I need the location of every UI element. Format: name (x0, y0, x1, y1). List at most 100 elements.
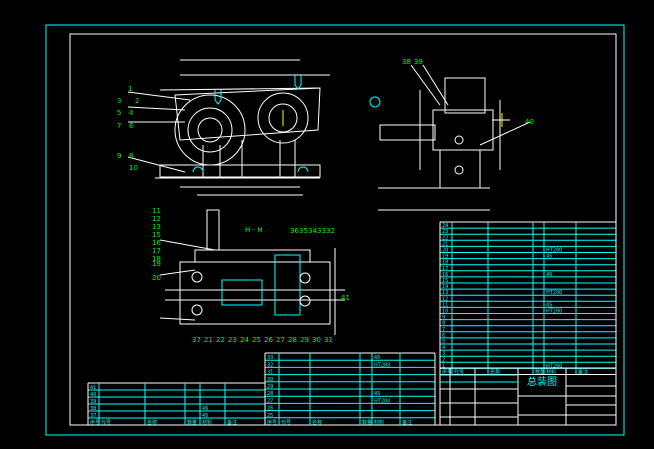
part-number: 13 (442, 290, 448, 296)
part-material: HT200 (374, 362, 390, 368)
part-number: 27 (267, 398, 273, 404)
table-header-cell: 备注 (578, 369, 588, 376)
table-header-cell: 名称 (490, 369, 500, 376)
part-number: 19 (442, 254, 448, 260)
table-header-cell: 代号 (454, 369, 464, 376)
balloon-label: 28 (288, 336, 297, 344)
balloon-label: 35 (299, 227, 308, 235)
part-number: 10 (442, 309, 448, 315)
balloon-label: 33 (317, 227, 326, 235)
balloon-label: 16 (152, 239, 161, 247)
table-header-cell: 代号 (101, 419, 111, 426)
balloon-label: 15 (152, 231, 161, 239)
part-material: 45 (546, 302, 552, 308)
balloon-label: 38 (402, 58, 411, 66)
balloon-label: 17 (152, 247, 161, 255)
part-number: 26 (267, 406, 273, 412)
part-number: 12 (442, 296, 448, 302)
part-number: 15 (442, 278, 448, 284)
side-view (369, 64, 531, 211)
part-number: 38 (90, 406, 96, 412)
part-number: 7 (442, 327, 445, 333)
part-material: 45 (546, 254, 552, 260)
table-header-cell: 材料 (546, 369, 556, 376)
part-material: 45 (374, 391, 380, 397)
balloon-label: 11 (152, 207, 161, 215)
cad-drawing-canvas: 1 2 3 4 5 6 7 8 9 10 38 39 40 11 12 13 1… (0, 0, 654, 449)
balloon-label: 25 (252, 336, 261, 344)
balloon-label: 31 (324, 336, 333, 344)
part-number: 6 (442, 333, 445, 339)
table-header-cell: 备注 (402, 419, 412, 426)
part-number: 30 (267, 377, 273, 383)
balloon-label: 30 (312, 336, 321, 344)
part-material: 45 (546, 272, 552, 278)
balloon-label: 26 (264, 336, 273, 344)
part-number: 18 (442, 260, 448, 266)
balloon-label: 13 (152, 223, 161, 231)
part-number: 16 (442, 272, 448, 278)
balloon-label: 6 (129, 122, 134, 130)
balloon-label: 5 (117, 109, 121, 117)
part-number: 20 (442, 248, 448, 254)
part-material: HT200 (374, 398, 390, 404)
part-material: 45 (202, 413, 208, 419)
balloon-label: 32 (326, 227, 335, 235)
parts-list-left: 41403938 45 37 45 序号 代号 名称 数量 材料 备注 (87, 382, 266, 426)
parts-list-middle: 33 45 32 HT200 31302928 45 27 HT200 2625序号 代号 名称 数量… (264, 352, 436, 426)
part-number: 29 (267, 384, 273, 390)
table-header-cell: 数量 (362, 419, 372, 426)
balloon-label: 4 (129, 109, 134, 117)
balloon-label: 39 (414, 58, 423, 66)
table-header-cell: 材料 (374, 419, 384, 426)
part-number: 9 (442, 315, 445, 321)
part-number: 31 (267, 370, 273, 376)
title-block: 总装图 (439, 367, 617, 426)
table-header-cell: 代号 (281, 419, 291, 426)
part-number: 17 (442, 266, 448, 272)
part-material: HT200 (546, 290, 562, 296)
balloon-label: 37 (192, 336, 201, 344)
part-number: 4 (442, 345, 445, 351)
table-header-cell: 数量 (535, 369, 545, 376)
part-material: 45 (374, 355, 380, 361)
table-header-cell: 名称 (312, 419, 322, 426)
part-number: 8 (442, 321, 445, 327)
section-label: H - H (245, 226, 263, 234)
part-number: 41 (90, 385, 96, 391)
table-header-cell: 名称 (147, 419, 157, 426)
balloon-label: 7 (117, 122, 121, 130)
balloon-label: 19 (152, 260, 161, 268)
balloon-label: 1 (128, 85, 132, 93)
part-number: 3 (442, 351, 445, 357)
part-number: 40 (90, 392, 96, 398)
part-number: 39 (90, 399, 96, 405)
balloon-label: 8 (129, 152, 133, 160)
part-number: 2 (442, 357, 445, 363)
part-number: 5 (442, 339, 445, 345)
part-material: HT200 (546, 309, 562, 315)
part-material: HT200 (546, 248, 562, 254)
part-number: 24 (442, 223, 448, 229)
part-number: 11 (442, 302, 448, 308)
balloon-label: 27 (276, 336, 285, 344)
balloon-label: 24 (240, 336, 249, 344)
part-number: 25 (267, 413, 273, 419)
balloon-label: 41 (341, 294, 350, 302)
part-number: 37 (90, 413, 96, 419)
part-number: 23 (442, 229, 448, 235)
part-number: 33 (267, 355, 273, 361)
balloon-label: 9 (117, 152, 121, 160)
front-view (127, 59, 330, 196)
balloon-label: 23 (228, 336, 237, 344)
drawing-sheet: 12345678910 38 3940 11121315161718192036… (45, 24, 625, 436)
balloon-label: 2 (135, 97, 139, 105)
balloon-label: 3 (117, 97, 121, 105)
parts-list-right: 2423222120 HT20019 45181716 45151413 HT20012… (439, 221, 617, 376)
balloon-label: 40 (525, 118, 534, 126)
part-number: 14 (442, 284, 448, 290)
table-header-cell: 数量 (187, 419, 197, 426)
table-header-cell: 序号 (90, 419, 100, 426)
balloon-label: 12 (152, 215, 161, 223)
balloon-label: 20 (152, 274, 161, 282)
